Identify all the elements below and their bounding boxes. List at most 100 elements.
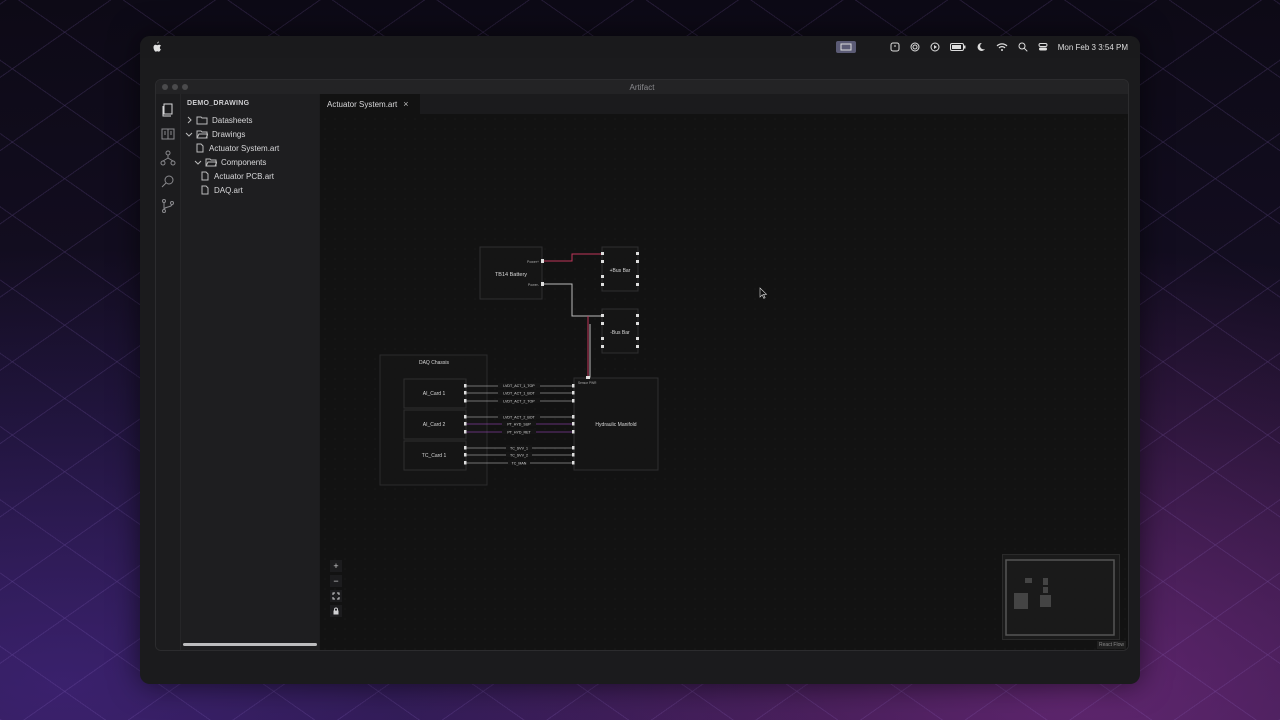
file-icon — [196, 143, 204, 153]
react-flow-attribution[interactable]: React Flow — [1096, 641, 1126, 649]
tab-bar: Actuator System.art × — [320, 94, 1128, 114]
tree-folder-datasheets[interactable]: Datasheets — [185, 114, 252, 126]
activity-bar — [156, 94, 181, 650]
files-icon[interactable] — [160, 102, 176, 118]
sidebar-scrollbar[interactable] — [183, 643, 317, 646]
tree-folder-components[interactable]: Components — [194, 156, 266, 168]
play-icon[interactable] — [930, 42, 940, 52]
node-neg-bus-bar[interactable]: -Bus Bar — [601, 308, 639, 354]
app-window: Artifact DEMO_DRAWING Datasheets Drawing… — [155, 79, 1129, 651]
neg-bus-label: -Bus Bar — [610, 330, 630, 336]
file-icon — [201, 171, 209, 181]
card-label: AI_Card 1 — [423, 391, 446, 397]
minimize-window-button[interactable] — [172, 84, 178, 90]
signal-label: PT_HYD_RET — [507, 431, 531, 435]
battery-port-pos: Power+ — [527, 260, 539, 264]
folder-open-icon — [205, 158, 217, 167]
signal-label: LVDT_ACT_2_BOT — [503, 416, 535, 420]
signal-label: LVDT_ACT_1_TOP — [503, 384, 535, 388]
chevron-down-icon — [185, 132, 193, 137]
explorer-sidebar: DEMO_DRAWING Datasheets Drawings Actuato… — [181, 94, 319, 650]
node-battery[interactable]: TB14 Battery Power+ Power- — [479, 246, 544, 300]
card-label: TC_Card 1 — [422, 453, 447, 459]
tree-file-daq[interactable]: DAQ.art — [200, 184, 243, 196]
signal-label: TC_SVV_2 — [510, 454, 528, 458]
tree-item-label: Actuator PCB.art — [214, 171, 275, 181]
battery-handle-neg[interactable] — [541, 282, 544, 286]
zoom-out-button[interactable]: − — [330, 575, 342, 587]
menu-bar: Mon Feb 3 3:54 PM — [140, 36, 1140, 58]
minimap[interactable] — [1002, 554, 1120, 640]
zoom-window-button[interactable] — [182, 84, 188, 90]
battery-label: TB14 Battery — [495, 272, 527, 278]
menu-bar-datetime[interactable]: Mon Feb 3 3:54 PM — [1058, 43, 1128, 52]
zoom-in-button[interactable]: + — [330, 560, 342, 572]
folder-icon — [196, 116, 208, 125]
tree-item-label: Drawings — [212, 129, 246, 139]
hierarchy-icon[interactable] — [160, 150, 176, 166]
source-control-icon[interactable] — [160, 198, 176, 214]
display-icon[interactable] — [835, 41, 856, 53]
book-icon[interactable] — [160, 126, 176, 142]
tree-item-label: Components — [221, 157, 267, 167]
battery-icon[interactable] — [949, 42, 966, 52]
lock-icon — [333, 607, 339, 615]
close-icon[interactable]: × — [403, 99, 408, 109]
moon-icon[interactable] — [976, 42, 986, 52]
tab-actuator-system[interactable]: Actuator System.art × — [320, 94, 420, 114]
search-icon[interactable] — [1018, 42, 1028, 52]
search-icon[interactable] — [160, 174, 176, 190]
tree-item-label: Datasheets — [212, 115, 253, 125]
node-tc-card-1[interactable]: TC_Card 1 — [403, 440, 467, 471]
manifold-label: Hydraulic Manifold — [595, 422, 636, 428]
signal-label: LVDT_ACT_2_TOP — [503, 400, 535, 404]
tree-item-label: DAQ.art — [214, 185, 243, 195]
explorer-title: DEMO_DRAWING — [187, 100, 250, 107]
file-icon — [201, 185, 209, 195]
signal-label: PT_HYD_SUP — [507, 423, 531, 427]
title-bar: Artifact — [156, 80, 1128, 94]
signal-label: TC_MAN — [512, 462, 527, 466]
manifold-port-label: Sensor PWR — [578, 381, 597, 385]
tab-label: Actuator System.art — [327, 99, 398, 109]
mouse-cursor-icon — [759, 287, 768, 299]
lock-button[interactable] — [330, 605, 342, 617]
battery-handle-pos[interactable] — [541, 259, 544, 263]
tree-item-label: Actuator System.art — [209, 143, 280, 153]
card-label: AI_Card 2 — [423, 422, 446, 428]
folder-open-icon — [196, 130, 208, 139]
screen: Mon Feb 3 3:54 PM Artifact DEMO_DRAWING — [140, 36, 1140, 684]
signal-labels: LVDT_ACT_1_TOP LVDT_ACT_1_BOT LVDT_ACT_2… — [498, 383, 540, 466]
daq-label: DAQ Chassis — [419, 360, 450, 366]
wheel-icon[interactable] — [910, 42, 920, 52]
window-title: Artifact — [629, 82, 655, 92]
power-wires — [544, 253, 602, 378]
control-center-icon[interactable] — [1038, 42, 1048, 52]
wire-power-pos — [544, 253, 602, 262]
fit-view-icon — [332, 592, 340, 600]
timer-icon[interactable] — [890, 42, 900, 52]
node-pos-bus-bar[interactable]: +Bus Bar — [601, 246, 639, 292]
close-window-button[interactable] — [162, 84, 168, 90]
editor-area: Actuator System.art × TB14 Battery Power… — [320, 94, 1128, 650]
node-ai-card-2[interactable]: AI_Card 2 — [403, 409, 467, 440]
minimap-svg — [1005, 559, 1115, 636]
window-controls — [162, 84, 188, 90]
signal-label: LVDT_ACT_1_BOT — [503, 392, 535, 396]
wifi-icon[interactable] — [996, 42, 1008, 52]
node-hydraulic-manifold[interactable]: Hydraulic Manifold Sensor PWR — [573, 376, 659, 471]
chevron-right-icon — [187, 116, 192, 124]
node-ai-card-1[interactable]: AI_Card 1 — [403, 378, 467, 409]
manifold-power-handle[interactable] — [586, 376, 590, 379]
apple-icon[interactable] — [152, 41, 162, 53]
menu-bar-status: Mon Feb 3 3:54 PM — [835, 36, 1128, 58]
fit-view-button[interactable] — [330, 590, 342, 602]
flow-canvas[interactable]: TB14 Battery Power+ Power- +Bus Bar -Bus… — [320, 114, 1128, 650]
wire-power-neg — [544, 283, 602, 317]
chevron-down-icon — [194, 160, 202, 165]
tree-file-actuator-system[interactable]: Actuator System.art — [195, 142, 279, 154]
tree-file-actuator-pcb[interactable]: Actuator PCB.art — [200, 170, 274, 182]
tree-folder-drawings[interactable]: Drawings — [185, 128, 245, 140]
battery-port-neg: Power- — [528, 283, 540, 287]
pos-bus-label: +Bus Bar — [610, 268, 631, 274]
